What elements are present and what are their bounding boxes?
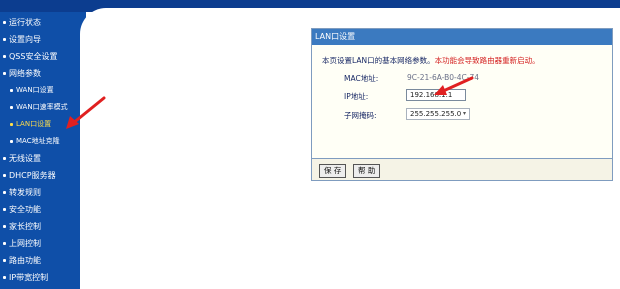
ip-address-input[interactable] <box>406 89 466 101</box>
warning-text: 本功能会导致路由器重新启动。 <box>434 56 540 65</box>
panel-description: 本页设置LAN口的基本网络参数。本功能会导致路由器重新启动。 <box>322 55 540 66</box>
sidebar-item-status[interactable]: 运行状态 <box>0 14 80 31</box>
sidebar-item-label: 上网控制 <box>9 239 41 248</box>
bullet-icon <box>10 89 13 92</box>
description-text: 本页设置LAN口的基本网络参数。 <box>322 56 435 65</box>
sidebar-item-network[interactable]: 网络参数 <box>0 65 80 82</box>
sidebar-item-wan-speed[interactable]: WAN口速率模式 <box>0 99 80 116</box>
bullet-icon <box>3 259 6 262</box>
sidebar-item-label: WAN口设置 <box>16 86 54 94</box>
sidebar-item-label: DHCP服务器 <box>9 171 56 180</box>
bullet-icon <box>3 276 6 279</box>
help-button[interactable]: 帮 助 <box>353 164 381 178</box>
sidebar-item-label: 运行状态 <box>9 18 41 27</box>
sidebar-item-dhcp[interactable]: DHCP服务器 <box>0 167 80 184</box>
sidebar-item-routing[interactable]: 路由功能 <box>0 252 80 269</box>
sidebar-item-label: 网络参数 <box>9 69 41 78</box>
bullet-icon <box>3 55 6 58</box>
sidebar-item-parental-control[interactable]: 家长控制 <box>0 218 80 235</box>
sidebar-item-security[interactable]: 安全功能 <box>0 201 80 218</box>
sidebar-item-label: WAN口速率模式 <box>16 103 68 111</box>
mac-label: MAC地址: <box>344 74 379 83</box>
sidebar-item-label: 家长控制 <box>9 222 41 231</box>
sidebar-item-bandwidth[interactable]: IP带宽控制 <box>0 269 80 286</box>
sidebar-item-lan[interactable]: LAN口设置 <box>0 116 80 133</box>
sidebar-item-wan[interactable]: WAN口设置 <box>0 82 80 99</box>
sidebar-nav: 运行状态 设置向导 QSS安全设置 网络参数 WAN口设置 WAN口速率模式 L… <box>0 14 80 286</box>
subnet-mask-value: 255.255.255.0 <box>410 110 462 118</box>
lan-settings-panel: LAN口设置 本页设置LAN口的基本网络参数。本功能会导致路由器重新启动。 MA… <box>311 28 613 181</box>
ip-label: IP地址: <box>344 92 369 101</box>
sidebar-item-label: LAN口设置 <box>16 120 52 128</box>
bullet-icon <box>10 123 13 126</box>
bullet-icon <box>10 140 13 143</box>
bullet-icon <box>3 191 6 194</box>
sidebar-item-label: 安全功能 <box>9 205 41 214</box>
mac-value: 9C-21-6A-B0-4C-74 <box>407 73 480 82</box>
subnet-mask-label: 子网掩码: <box>344 111 377 120</box>
sidebar-item-setup-wizard[interactable]: 设置向导 <box>0 31 80 48</box>
sidebar-item-label: 无线设置 <box>9 154 41 163</box>
sidebar-item-label: 设置向导 <box>9 35 41 44</box>
sidebar-item-access-control[interactable]: 上网控制 <box>0 235 80 252</box>
save-button[interactable]: 保 存 <box>319 164 347 178</box>
panel-footer: 保 存 帮 助 <box>312 158 612 180</box>
bullet-icon <box>3 21 6 24</box>
bullet-icon <box>3 72 6 75</box>
panel-title: LAN口设置 <box>312 29 612 45</box>
sidebar-item-wireless[interactable]: 无线设置 <box>0 150 80 167</box>
sidebar-item-forwarding[interactable]: 转发规则 <box>0 184 80 201</box>
chevron-down-icon: ▾ <box>462 110 466 117</box>
bullet-icon <box>3 242 6 245</box>
sidebar-item-label: 转发规则 <box>9 188 41 197</box>
bullet-icon <box>3 174 6 177</box>
bullet-icon <box>3 208 6 211</box>
bullet-icon <box>3 157 6 160</box>
sidebar-item-label: 路由功能 <box>9 256 41 265</box>
bullet-icon <box>10 106 13 109</box>
sidebar-item-mac-clone[interactable]: MAC地址克隆 <box>0 133 80 150</box>
sidebar-item-label: IP带宽控制 <box>9 273 49 282</box>
sidebar-item-label: QSS安全设置 <box>9 52 58 61</box>
sidebar-item-qss[interactable]: QSS安全设置 <box>0 48 80 65</box>
sidebar-item-label: MAC地址克隆 <box>16 137 60 145</box>
bullet-icon <box>3 38 6 41</box>
panel-body: 本页设置LAN口的基本网络参数。本功能会导致路由器重新启动。 MAC地址: 9C… <box>312 45 612 155</box>
subnet-mask-select[interactable]: 255.255.255.0 ▾ <box>406 108 470 120</box>
bullet-icon <box>3 225 6 228</box>
